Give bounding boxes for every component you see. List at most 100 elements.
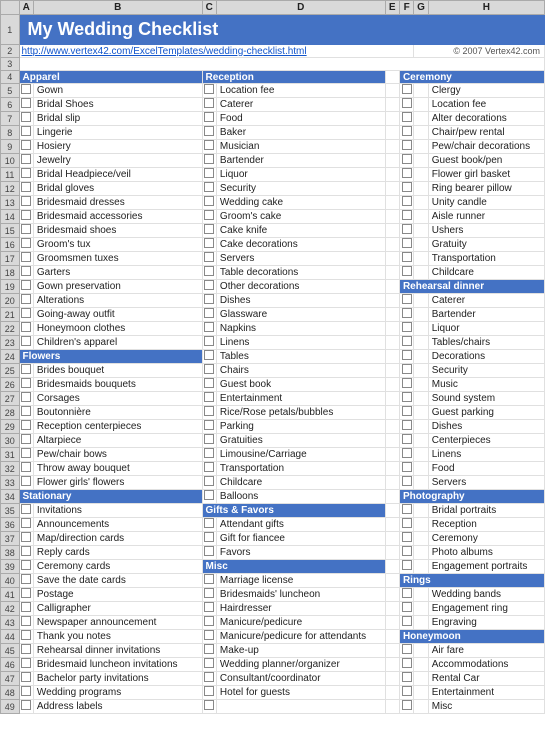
cb-mid-21[interactable]	[202, 308, 216, 322]
cb-right1-29[interactable]	[399, 420, 413, 434]
cb-mid-22[interactable]	[202, 322, 216, 336]
cb-mid-9[interactable]	[202, 140, 216, 154]
cb-mid-40[interactable]	[202, 574, 216, 588]
cb-right1-30[interactable]	[399, 434, 413, 448]
cb-mid-41[interactable]	[202, 588, 216, 602]
cb-mid-36[interactable]	[202, 518, 216, 532]
cb-left-47[interactable]	[19, 672, 33, 686]
cb-left-21[interactable]	[19, 308, 33, 322]
cb-left-26[interactable]	[19, 378, 33, 392]
cb-mid-28[interactable]	[202, 406, 216, 420]
cb-right1-15[interactable]	[399, 224, 413, 238]
cb-right1-8[interactable]	[399, 126, 413, 140]
cb-mid-30[interactable]	[202, 434, 216, 448]
cb-left-36[interactable]	[19, 518, 33, 532]
cb-mid-7[interactable]	[202, 112, 216, 126]
cb-left-22[interactable]	[19, 322, 33, 336]
cb-right1-36[interactable]	[399, 518, 413, 532]
cb-right1-45[interactable]	[399, 644, 413, 658]
cb-mid-19[interactable]	[202, 280, 216, 294]
cb-left-11[interactable]	[19, 168, 33, 182]
cb-left-27[interactable]	[19, 392, 33, 406]
cb-mid-43[interactable]	[202, 616, 216, 630]
cb-mid-20[interactable]	[202, 294, 216, 308]
cb-left-29[interactable]	[19, 420, 33, 434]
cb-left-13[interactable]	[19, 196, 33, 210]
cb-mid-38[interactable]	[202, 546, 216, 560]
cb-left-23[interactable]	[19, 336, 33, 350]
cb-left-20[interactable]	[19, 294, 33, 308]
cb-mid-46[interactable]	[202, 658, 216, 672]
cb-right1-41[interactable]	[399, 588, 413, 602]
cb-left-5[interactable]	[19, 84, 33, 98]
cb-left-35[interactable]	[19, 504, 33, 518]
cb-left-41[interactable]	[19, 588, 33, 602]
cb-left-9[interactable]	[19, 140, 33, 154]
cb-right1-13[interactable]	[399, 196, 413, 210]
cb-left-7[interactable]	[19, 112, 33, 126]
cb-mid-23[interactable]	[202, 336, 216, 350]
cb-right1-49[interactable]	[399, 700, 413, 714]
cb-mid-27[interactable]	[202, 392, 216, 406]
cb-left-33[interactable]	[19, 476, 33, 490]
cb-mid-29[interactable]	[202, 420, 216, 434]
cb-mid-12[interactable]	[202, 182, 216, 196]
cb-right1-11[interactable]	[399, 168, 413, 182]
cb-left-32[interactable]	[19, 462, 33, 476]
cb-right1-9[interactable]	[399, 140, 413, 154]
cb-mid-34[interactable]	[202, 490, 216, 504]
cb-right1-14[interactable]	[399, 210, 413, 224]
cb-left-38[interactable]	[19, 546, 33, 560]
cb-left-49[interactable]	[19, 700, 33, 714]
cb-right1-10[interactable]	[399, 154, 413, 168]
cb-right1-18[interactable]	[399, 266, 413, 280]
cb-left-46[interactable]	[19, 658, 33, 672]
cb-right1-21[interactable]	[399, 308, 413, 322]
cb-mid-13[interactable]	[202, 196, 216, 210]
cb-left-28[interactable]	[19, 406, 33, 420]
cb-right1-24[interactable]	[399, 350, 413, 364]
cb-mid-31[interactable]	[202, 448, 216, 462]
cb-mid-18[interactable]	[202, 266, 216, 280]
cb-left-30[interactable]	[19, 434, 33, 448]
cb-right1-48[interactable]	[399, 686, 413, 700]
cb-right1-31[interactable]	[399, 448, 413, 462]
cb-left-42[interactable]	[19, 602, 33, 616]
cb-mid-25[interactable]	[202, 364, 216, 378]
cb-mid-15[interactable]	[202, 224, 216, 238]
cb-mid-24[interactable]	[202, 350, 216, 364]
cb-right1-22[interactable]	[399, 322, 413, 336]
cb-mid-11[interactable]	[202, 168, 216, 182]
cb-mid-47[interactable]	[202, 672, 216, 686]
cb-right1-37[interactable]	[399, 532, 413, 546]
cb-right1-38[interactable]	[399, 546, 413, 560]
cb-left-19[interactable]	[19, 280, 33, 294]
cb-right1-17[interactable]	[399, 252, 413, 266]
url-cell[interactable]: http://www.vertex42.com/ExcelTemplates/w…	[19, 45, 414, 58]
cb-left-6[interactable]	[19, 98, 33, 112]
cb-left-37[interactable]	[19, 532, 33, 546]
cb-mid-6[interactable]	[202, 98, 216, 112]
cb-mid-33[interactable]	[202, 476, 216, 490]
cb-right1-12[interactable]	[399, 182, 413, 196]
cb-right1-28[interactable]	[399, 406, 413, 420]
cb-left-17[interactable]	[19, 252, 33, 266]
cb-left-31[interactable]	[19, 448, 33, 462]
cb-right1-25[interactable]	[399, 364, 413, 378]
cb-right1-27[interactable]	[399, 392, 413, 406]
cb-mid-44[interactable]	[202, 630, 216, 644]
cb-mid-45[interactable]	[202, 644, 216, 658]
cb-right1-5[interactable]	[399, 84, 413, 98]
cb-left-16[interactable]	[19, 238, 33, 252]
cb-mid-17[interactable]	[202, 252, 216, 266]
cb-left-10[interactable]	[19, 154, 33, 168]
cb-right1-39[interactable]	[399, 560, 413, 574]
cb-mid-32[interactable]	[202, 462, 216, 476]
cb-left-39[interactable]	[19, 560, 33, 574]
cb-left-12[interactable]	[19, 182, 33, 196]
cb-right1-6[interactable]	[399, 98, 413, 112]
cb-mid-8[interactable]	[202, 126, 216, 140]
cb-right1-23[interactable]	[399, 336, 413, 350]
cb-right1-46[interactable]	[399, 658, 413, 672]
cb-right1-43[interactable]	[399, 616, 413, 630]
